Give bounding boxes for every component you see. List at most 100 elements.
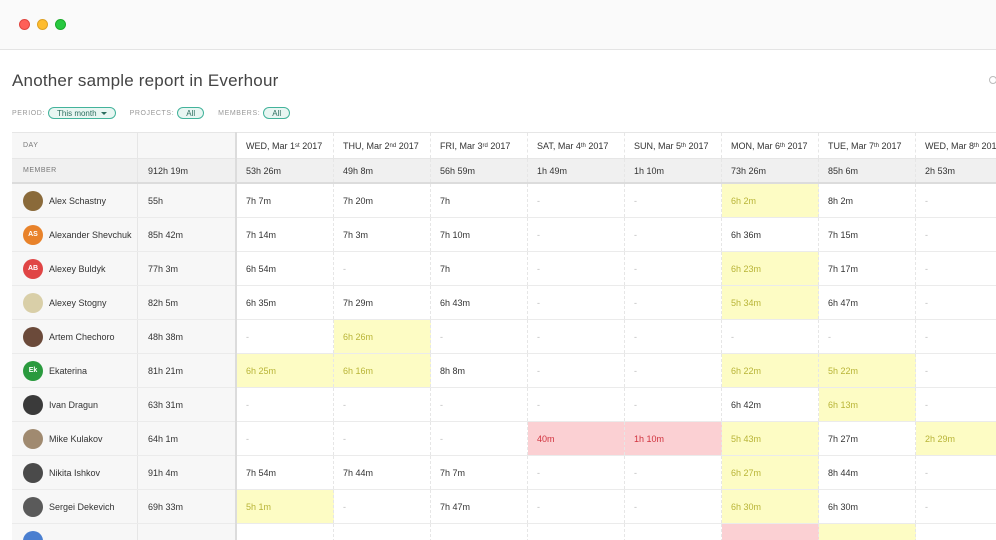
- time-cell[interactable]: 6h 42m: [722, 388, 819, 421]
- member-cell[interactable]: AS Alexander Shevchuk: [12, 218, 138, 251]
- time-cell[interactable]: 6h 22m: [722, 354, 819, 387]
- time-cell[interactable]: -: [334, 422, 431, 455]
- time-cell[interactable]: 5h 34m: [722, 286, 819, 319]
- time-cell[interactable]: -: [237, 320, 334, 353]
- time-cell[interactable]: 6h 30m: [722, 490, 819, 523]
- day-header-date[interactable]: SAT, Mar 4th 2017: [528, 133, 625, 158]
- maximize-window-button[interactable]: [55, 19, 66, 30]
- time-cell[interactable]: 7h 7m: [237, 184, 334, 217]
- time-cell[interactable]: 7h 54m: [237, 456, 334, 489]
- time-cell[interactable]: 5h 1m: [237, 490, 334, 523]
- time-cell[interactable]: 2h 29m: [916, 422, 996, 455]
- time-cell[interactable]: 7h 44m: [334, 456, 431, 489]
- day-header-date[interactable]: THU, Mar 2nd 2017: [334, 133, 431, 158]
- time-cell[interactable]: -: [625, 490, 722, 523]
- settings-icon[interactable]: [989, 76, 996, 84]
- time-cell[interactable]: 7h: [431, 252, 528, 285]
- member-header-cell[interactable]: MEMBER: [12, 159, 138, 182]
- members-filter-dropdown[interactable]: All: [263, 107, 291, 119]
- time-cell[interactable]: 6h 23m: [722, 252, 819, 285]
- time-cell[interactable]: -: [237, 422, 334, 455]
- time-cell[interactable]: 7h 27m: [819, 422, 916, 455]
- day-header-date[interactable]: WED, Mar 1st 2017: [237, 133, 334, 158]
- close-window-button[interactable]: [19, 19, 30, 30]
- member-cell[interactable]: Alexey Stogny: [12, 286, 138, 319]
- day-header-date[interactable]: WED, Mar 8th 2017: [916, 133, 996, 158]
- time-cell[interactable]: -: [528, 252, 625, 285]
- time-cell[interactable]: 7h: [431, 184, 528, 217]
- time-cell[interactable]: -: [625, 456, 722, 489]
- time-cell[interactable]: 40m: [528, 422, 625, 455]
- day-header-date[interactable]: FRI, Mar 3rd 2017: [431, 133, 528, 158]
- time-cell[interactable]: -: [625, 354, 722, 387]
- time-cell[interactable]: -: [528, 184, 625, 217]
- time-cell[interactable]: -: [916, 218, 996, 251]
- time-cell[interactable]: -: [237, 388, 334, 421]
- time-cell[interactable]: -: [916, 184, 996, 217]
- time-cell[interactable]: [431, 524, 528, 540]
- time-cell[interactable]: -: [528, 218, 625, 251]
- time-cell[interactable]: -: [625, 320, 722, 353]
- day-header-date[interactable]: TUE, Mar 7th 2017: [819, 133, 916, 158]
- time-cell[interactable]: -: [625, 218, 722, 251]
- time-cell[interactable]: -: [528, 388, 625, 421]
- time-cell[interactable]: [625, 524, 722, 540]
- member-cell[interactable]: Sergei Dekevich: [12, 490, 138, 523]
- time-cell[interactable]: 8h 8m: [431, 354, 528, 387]
- minimize-window-button[interactable]: [37, 19, 48, 30]
- time-cell[interactable]: -: [334, 388, 431, 421]
- time-cell[interactable]: 6h 26m: [334, 320, 431, 353]
- time-cell[interactable]: -: [334, 490, 431, 523]
- time-cell[interactable]: -: [528, 456, 625, 489]
- time-cell[interactable]: -: [625, 252, 722, 285]
- time-cell[interactable]: -: [625, 184, 722, 217]
- time-cell[interactable]: -: [916, 252, 996, 285]
- time-cell[interactable]: -: [916, 388, 996, 421]
- time-cell[interactable]: 5h 22m: [819, 354, 916, 387]
- time-cell[interactable]: 5h 43m: [722, 422, 819, 455]
- time-cell[interactable]: 7h 7m: [431, 456, 528, 489]
- time-cell[interactable]: -: [334, 252, 431, 285]
- period-filter-dropdown[interactable]: This month: [47, 107, 116, 119]
- time-cell[interactable]: -: [528, 490, 625, 523]
- day-header-date[interactable]: SUN, Mar 5th 2017: [625, 133, 722, 158]
- time-cell[interactable]: 7h 15m: [819, 218, 916, 251]
- time-cell[interactable]: [237, 524, 334, 540]
- time-cell[interactable]: 7h 20m: [334, 184, 431, 217]
- time-cell[interactable]: -: [431, 422, 528, 455]
- time-cell[interactable]: 7h 14m: [237, 218, 334, 251]
- time-cell[interactable]: -: [625, 388, 722, 421]
- time-cell[interactable]: 6h 25m: [237, 354, 334, 387]
- time-cell[interactable]: 8h 44m: [819, 456, 916, 489]
- time-cell[interactable]: 6h 43m: [431, 286, 528, 319]
- time-cell[interactable]: 6h 54m: [237, 252, 334, 285]
- member-cell[interactable]: Artem Chechoro: [12, 320, 138, 353]
- member-cell[interactable]: [12, 524, 138, 540]
- time-cell[interactable]: 6h 27m: [722, 456, 819, 489]
- time-cell[interactable]: 8h 2m: [819, 184, 916, 217]
- time-cell[interactable]: [334, 524, 431, 540]
- time-cell[interactable]: -: [625, 286, 722, 319]
- member-cell[interactable]: AB Alexey Buldyk: [12, 252, 138, 285]
- time-cell[interactable]: -: [916, 456, 996, 489]
- time-cell[interactable]: 6h 13m: [819, 388, 916, 421]
- member-cell[interactable]: Ivan Dragun: [12, 388, 138, 421]
- time-cell[interactable]: -: [916, 354, 996, 387]
- time-cell[interactable]: [722, 524, 819, 540]
- member-cell[interactable]: Ek Ekaterina: [12, 354, 138, 387]
- time-cell[interactable]: [528, 524, 625, 540]
- time-cell[interactable]: -: [916, 490, 996, 523]
- time-cell[interactable]: 7h 47m: [431, 490, 528, 523]
- time-cell[interactable]: -: [528, 320, 625, 353]
- projects-filter-dropdown[interactable]: All: [177, 107, 205, 119]
- day-header-date[interactable]: MON, Mar 6th 2017: [722, 133, 819, 158]
- time-cell[interactable]: [819, 524, 916, 540]
- member-cell[interactable]: Alex Schastny: [12, 184, 138, 217]
- time-cell[interactable]: 6h 16m: [334, 354, 431, 387]
- time-cell[interactable]: 7h 3m: [334, 218, 431, 251]
- member-cell[interactable]: Mike Kulakov: [12, 422, 138, 455]
- time-cell[interactable]: 6h 36m: [722, 218, 819, 251]
- time-cell[interactable]: -: [431, 388, 528, 421]
- time-cell[interactable]: 7h 29m: [334, 286, 431, 319]
- time-cell[interactable]: 1h 10m: [625, 422, 722, 455]
